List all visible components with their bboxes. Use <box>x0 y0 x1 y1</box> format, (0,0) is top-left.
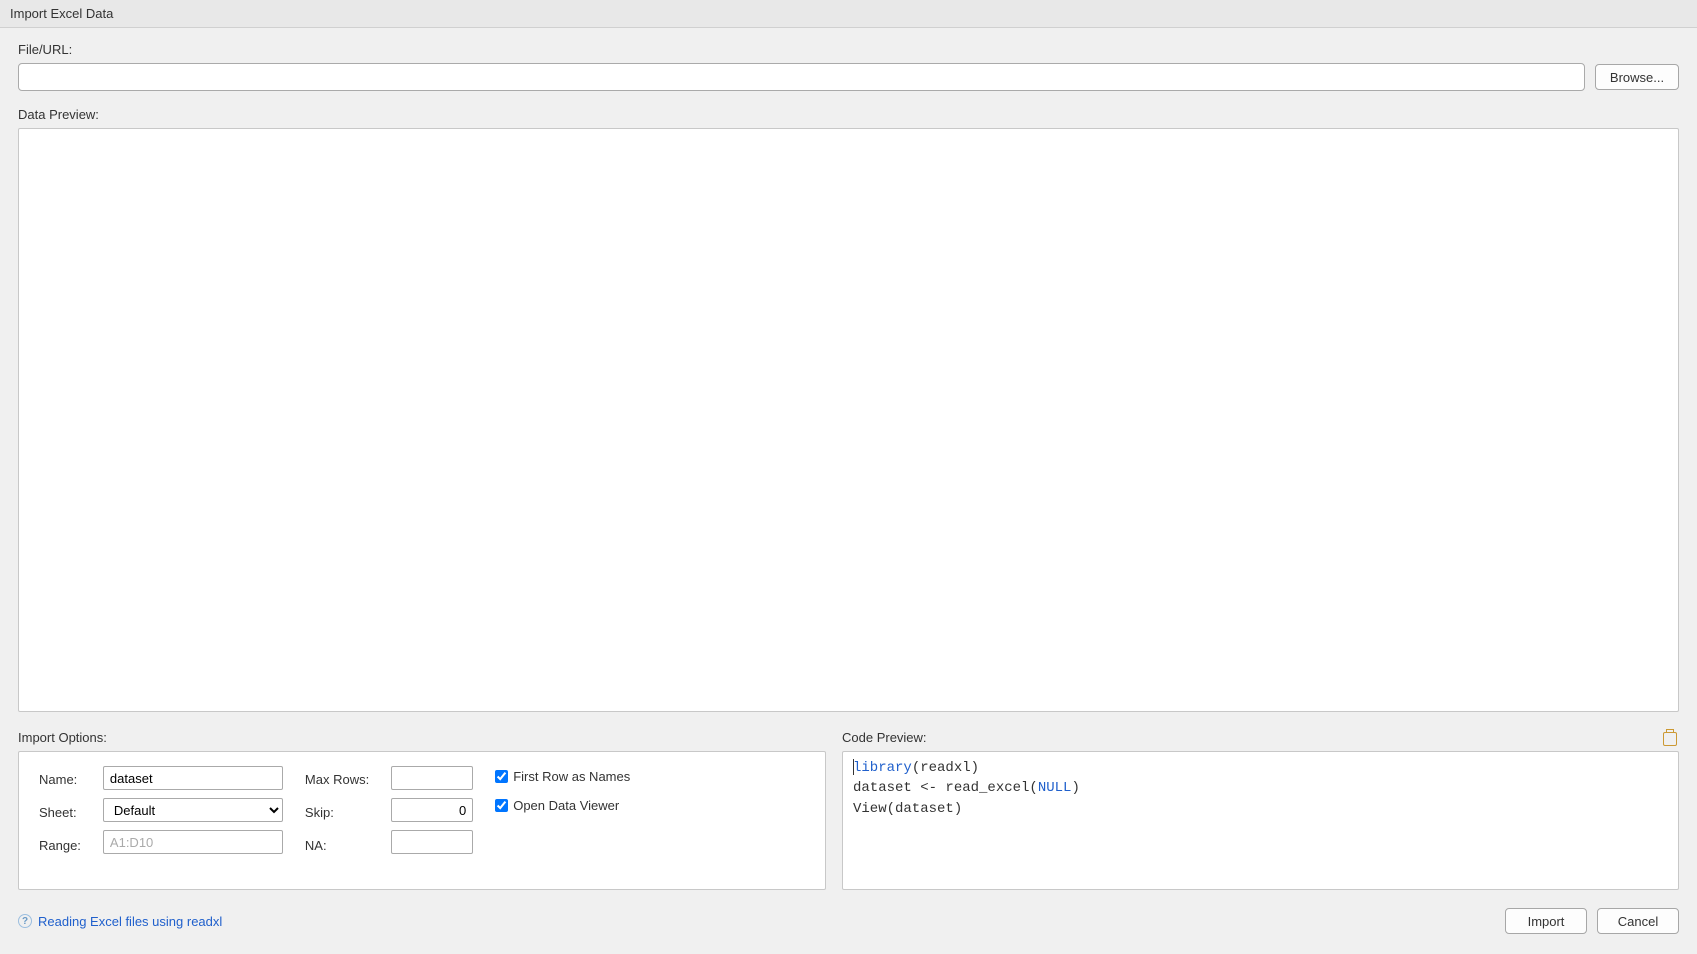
range-label: Range: <box>39 838 81 857</box>
checkbox-col: First Row as Names Open Data Viewer <box>495 766 630 857</box>
options-col1-fields: Default <box>103 766 283 857</box>
first-row-checkbox-label: First Row as Names <box>513 769 630 784</box>
na-label: NA: <box>305 838 369 857</box>
file-url-input[interactable] <box>18 63 1585 91</box>
first-row-checkbox-row: First Row as Names <box>495 769 630 784</box>
code-preview-panel: Code Preview: library(readxl) dataset <-… <box>842 730 1679 890</box>
name-label: Name: <box>39 772 81 791</box>
data-preview-box <box>18 128 1679 712</box>
data-preview-label: Data Preview: <box>18 107 1679 122</box>
import-options-box: Name: Sheet: Range: Default <box>18 751 826 890</box>
code-token-readxl: (readxl) <box>912 760 979 776</box>
help-icon: ? <box>18 914 32 928</box>
code-token-null: NULL <box>1038 780 1072 796</box>
import-options-panel: Import Options: Name: Sheet: Range: Defa… <box>18 730 826 890</box>
open-viewer-checkbox-row: Open Data Viewer <box>495 798 630 813</box>
skip-input[interactable] <box>391 798 473 822</box>
code-token-close: ) <box>1071 780 1079 796</box>
na-input[interactable] <box>391 830 473 854</box>
code-preview-label: Code Preview: <box>842 730 927 745</box>
code-token-view: View(dataset) <box>853 801 962 817</box>
browse-button[interactable]: Browse... <box>1595 64 1679 90</box>
options-col1-labels: Name: Sheet: Range: <box>39 766 81 857</box>
name-input[interactable] <box>103 766 283 790</box>
dialog-title: Import Excel Data <box>0 0 1697 28</box>
import-button[interactable]: Import <box>1505 908 1587 934</box>
range-input[interactable] <box>103 830 283 854</box>
code-preview-box[interactable]: library(readxl) dataset <- read_excel(NU… <box>842 751 1679 890</box>
open-viewer-checkbox-label: Open Data Viewer <box>513 798 619 813</box>
file-url-label: File/URL: <box>18 42 1679 57</box>
clipboard-icon[interactable] <box>1663 732 1677 746</box>
cancel-button[interactable]: Cancel <box>1597 908 1679 934</box>
help-link[interactable]: Reading Excel files using readxl <box>38 914 222 929</box>
import-options-label: Import Options: <box>18 730 826 745</box>
open-viewer-checkbox[interactable] <box>495 799 508 812</box>
code-token-library: library <box>853 760 912 776</box>
dialog-footer: ? Reading Excel files using readxl Impor… <box>0 902 1697 954</box>
sheet-select[interactable]: Default <box>103 798 283 822</box>
sheet-label: Sheet: <box>39 805 81 824</box>
maxrows-input[interactable] <box>391 766 473 790</box>
bottom-panels: Import Options: Name: Sheet: Range: Defa… <box>18 730 1679 890</box>
options-col2-labels: Max Rows: Skip: NA: <box>305 766 369 857</box>
footer-buttons: Import Cancel <box>1505 908 1679 934</box>
maxrows-label: Max Rows: <box>305 772 369 791</box>
first-row-checkbox[interactable] <box>495 770 508 783</box>
dialog-content: File/URL: Browse... Data Preview: Import… <box>0 28 1697 902</box>
import-excel-dialog: Import Excel Data File/URL: Browse... Da… <box>0 0 1697 954</box>
options-col2-fields <box>391 766 473 857</box>
skip-label: Skip: <box>305 805 369 824</box>
code-token-assign: dataset <- read_excel( <box>853 780 1038 796</box>
help-link-row: ? Reading Excel files using readxl <box>18 914 222 929</box>
file-url-row: Browse... <box>18 63 1679 91</box>
